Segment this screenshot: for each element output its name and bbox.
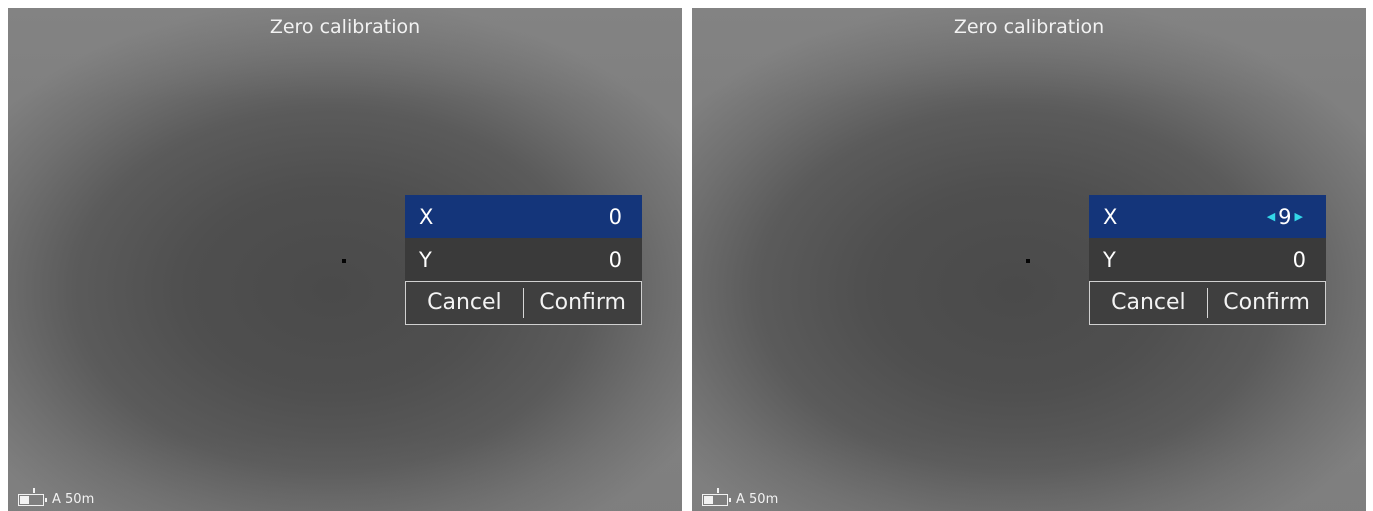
left-triangle-icon[interactable]: ◀: [1267, 210, 1275, 223]
range-indicator: A 50m: [736, 492, 779, 507]
reticle-dot-icon: [342, 259, 346, 263]
thermal-view-before: Zero calibration X 0 Y 0 Cancel Confirm: [8, 8, 682, 511]
x-label: X: [1103, 204, 1118, 229]
y-label: Y: [1103, 247, 1116, 272]
x-offset-row[interactable]: X 0: [405, 195, 642, 238]
screen-title: Zero calibration: [953, 16, 1105, 38]
x-value-wrap: 0: [609, 205, 622, 229]
x-label: X: [419, 204, 434, 229]
y-offset-row[interactable]: Y 0: [1089, 238, 1326, 281]
x-value: 0: [608, 204, 622, 229]
thermal-view-after: Zero calibration X ◀ 9 ▶ Y 0 Cancel Conf…: [692, 8, 1366, 511]
battery-icon: [18, 487, 47, 506]
action-buttons: Cancel Confirm: [405, 281, 642, 325]
confirm-button[interactable]: Confirm: [1208, 283, 1325, 323]
screen-title: Zero calibration: [269, 16, 421, 38]
y-value: 0: [1292, 247, 1306, 272]
zero-calibration-menu: X ◀ 9 ▶ Y 0 Cancel Confirm: [1089, 195, 1326, 325]
x-offset-row[interactable]: X ◀ 9 ▶: [1089, 195, 1326, 238]
confirm-button[interactable]: Confirm: [524, 283, 641, 323]
reticle-dot-icon: [1026, 259, 1030, 263]
y-value: 0: [608, 247, 622, 272]
battery-fill: [20, 495, 29, 504]
status-bar: A 50m: [18, 487, 95, 507]
y-offset-row[interactable]: Y 0: [405, 238, 642, 281]
battery-fill: [704, 495, 713, 504]
status-bar: A 50m: [702, 487, 779, 507]
zero-calibration-menu: X 0 Y 0 Cancel Confirm: [405, 195, 642, 325]
screenshot-pair: Zero calibration X 0 Y 0 Cancel Confirm: [0, 0, 1373, 511]
battery-tick: [717, 487, 719, 493]
battery-tick: [33, 487, 35, 493]
x-value: 9: [1278, 204, 1292, 229]
range-indicator: A 50m: [52, 492, 95, 507]
x-value-stepper[interactable]: ◀ 9 ▶: [1264, 205, 1306, 229]
y-label: Y: [419, 247, 432, 272]
battery-icon: [702, 487, 731, 506]
cancel-button[interactable]: Cancel: [406, 283, 523, 323]
cancel-button[interactable]: Cancel: [1090, 283, 1207, 323]
right-triangle-icon[interactable]: ▶: [1295, 210, 1303, 223]
action-buttons: Cancel Confirm: [1089, 281, 1326, 325]
